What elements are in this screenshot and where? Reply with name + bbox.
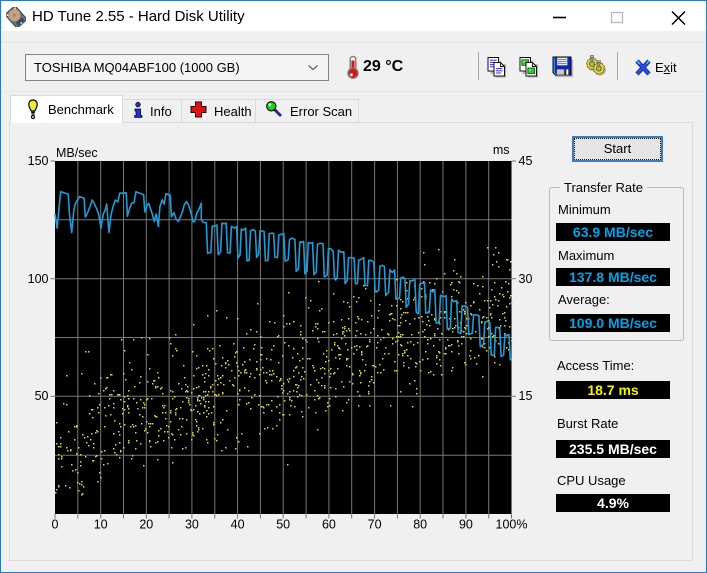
- svg-text:ms: ms: [493, 143, 510, 157]
- svg-text:20: 20: [139, 518, 153, 532]
- svg-text:60: 60: [322, 518, 336, 532]
- svg-text:100%: 100%: [496, 518, 528, 532]
- svg-text:45: 45: [519, 154, 533, 168]
- svg-text:40: 40: [231, 518, 245, 532]
- svg-text:30: 30: [185, 518, 199, 532]
- svg-text:MB/sec: MB/sec: [56, 146, 98, 160]
- svg-text:150: 150: [28, 154, 49, 168]
- svg-text:50: 50: [35, 389, 49, 403]
- svg-text:90: 90: [459, 518, 473, 532]
- svg-text:100: 100: [28, 272, 49, 286]
- svg-text:10: 10: [94, 518, 108, 532]
- svg-text:30: 30: [519, 272, 533, 286]
- svg-text:80: 80: [413, 518, 427, 532]
- svg-text:15: 15: [519, 389, 533, 403]
- svg-text:0: 0: [52, 518, 59, 532]
- svg-text:70: 70: [368, 518, 382, 532]
- svg-text:50: 50: [276, 518, 290, 532]
